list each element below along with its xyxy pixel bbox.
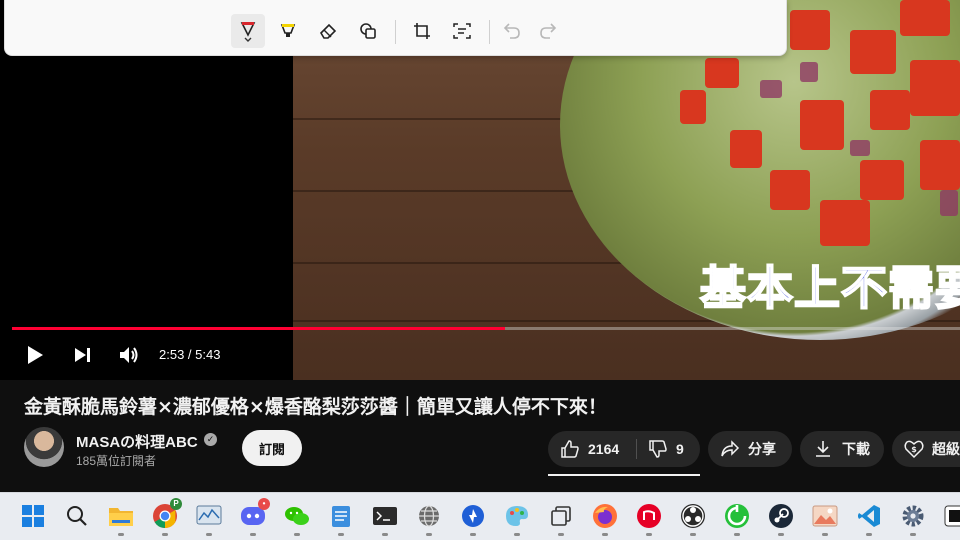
taskbar-task-view[interactable] bbox=[546, 501, 576, 536]
ballpoint-pen-tool[interactable] bbox=[231, 14, 265, 48]
photos-icon bbox=[812, 505, 838, 527]
progress-bar[interactable] bbox=[12, 327, 505, 330]
terminal-icon bbox=[373, 507, 397, 525]
crop-tool[interactable] bbox=[405, 14, 439, 48]
play-icon bbox=[28, 346, 43, 364]
taskbar-settings[interactable] bbox=[898, 501, 928, 536]
taskbar-steam[interactable] bbox=[766, 501, 796, 536]
taskbar-terminal-active[interactable] bbox=[940, 501, 960, 531]
skip-next-icon bbox=[75, 348, 90, 362]
player-controls: 2:53 / 5:43 bbox=[0, 336, 960, 376]
video-title: 金黃酥脆馬鈴薯×濃郁優格×爆香酪梨莎莎醬｜簡單又讓人停不下來！ bbox=[24, 396, 607, 418]
share-label: 分享 bbox=[748, 441, 776, 457]
green-refresh-icon bbox=[725, 504, 749, 528]
taskbar-stock-monitor[interactable] bbox=[194, 501, 224, 536]
taskbar-wechat[interactable] bbox=[282, 501, 312, 536]
subscriber-count: 185萬位訂閱者 bbox=[76, 454, 157, 468]
gear-icon bbox=[902, 505, 924, 527]
folder-icon bbox=[109, 508, 133, 526]
like-count: 2164 bbox=[588, 441, 620, 457]
chrome-profile-badge: P bbox=[170, 498, 182, 510]
taskbar-terminal[interactable] bbox=[370, 501, 400, 536]
taskbar-photos[interactable] bbox=[810, 501, 840, 536]
share-icon bbox=[721, 440, 740, 457]
taskbar-vscode[interactable] bbox=[854, 501, 884, 536]
undo-button[interactable] bbox=[495, 14, 529, 48]
next-button[interactable] bbox=[68, 336, 98, 374]
svg-text:$: $ bbox=[911, 445, 917, 454]
vscode-icon bbox=[858, 505, 880, 527]
shapes-icon bbox=[360, 23, 376, 39]
terminal-active-icon bbox=[944, 505, 960, 527]
discord-notification-badge: • bbox=[258, 498, 270, 510]
shapes-tool[interactable] bbox=[351, 14, 385, 48]
eraser-tool[interactable] bbox=[311, 14, 345, 48]
volume-button[interactable] bbox=[114, 336, 144, 374]
like-dislike-group: 2164 9 bbox=[548, 431, 700, 467]
taskbar-blue-app[interactable] bbox=[458, 501, 488, 536]
volume-icon bbox=[120, 347, 138, 363]
windows-start-icon bbox=[22, 505, 44, 527]
taskbar-obs[interactable] bbox=[678, 501, 708, 536]
subscribe-button[interactable]: 訂閱 bbox=[242, 430, 302, 466]
redo-button[interactable] bbox=[531, 14, 565, 48]
screen: 基本上不需要 2:53 / 5:43 金黃酥脆馬鈴薯×濃郁優格×爆香酪梨莎莎醬｜… bbox=[0, 0, 960, 540]
play-button[interactable] bbox=[20, 336, 50, 374]
wechat-icon bbox=[285, 507, 309, 525]
eraser-icon bbox=[319, 23, 337, 39]
text-actions-tool[interactable] bbox=[445, 14, 479, 48]
crop-icon bbox=[414, 23, 430, 39]
video-subtitle: 基本上不需要 bbox=[699, 260, 960, 316]
download-button[interactable]: 下載 bbox=[800, 431, 884, 467]
search-button[interactable] bbox=[62, 501, 92, 531]
dislike-count: 9 bbox=[676, 441, 684, 457]
thumbs-up-icon bbox=[561, 440, 579, 458]
time-display: 2:53 / 5:43 bbox=[159, 347, 221, 362]
taskbar-chrome[interactable]: P bbox=[150, 498, 182, 536]
highlighter-icon bbox=[280, 24, 296, 37]
globe-icon bbox=[419, 505, 439, 527]
verified-icon: ✓ bbox=[204, 433, 217, 446]
steam-icon bbox=[769, 504, 793, 528]
task-view-icon bbox=[551, 506, 571, 526]
video-player[interactable]: 基本上不需要 2:53 / 5:43 bbox=[0, 0, 960, 380]
thanks-label: 超級 bbox=[932, 441, 960, 457]
netease-music-icon bbox=[637, 504, 661, 528]
taskbar-file-explorer[interactable] bbox=[106, 501, 136, 536]
taskbar: P • bbox=[0, 492, 960, 540]
undo-icon bbox=[503, 23, 520, 39]
like-active-underline bbox=[548, 474, 700, 476]
channel-avatar[interactable] bbox=[24, 427, 64, 467]
highlighter-tool[interactable] bbox=[271, 14, 305, 48]
taskbar-globe[interactable] bbox=[414, 501, 444, 536]
super-thanks-icon: $ bbox=[904, 440, 924, 459]
redo-icon bbox=[540, 23, 557, 39]
search-icon bbox=[67, 506, 87, 526]
taskbar-notepad[interactable] bbox=[326, 501, 356, 536]
taskbar-paint[interactable] bbox=[502, 501, 532, 536]
ballpoint-pen-icon bbox=[240, 22, 256, 42]
snipping-toolbar bbox=[4, 0, 787, 56]
notepad-icon bbox=[332, 506, 350, 527]
taskbar-discord[interactable]: • bbox=[238, 498, 270, 536]
paint-palette-icon bbox=[506, 506, 528, 526]
obs-icon bbox=[681, 504, 705, 528]
blue-arrow-app-icon bbox=[462, 505, 484, 527]
download-label: 下載 bbox=[842, 441, 870, 457]
download-icon bbox=[816, 441, 830, 457]
like-button[interactable]: 2164 bbox=[548, 439, 636, 459]
share-button[interactable]: 分享 bbox=[708, 431, 792, 467]
text-actions-icon bbox=[453, 23, 471, 39]
monitor-chart-icon bbox=[196, 505, 222, 525]
channel-name[interactable]: MASAの料理ABC bbox=[76, 431, 198, 452]
like-divider bbox=[636, 439, 637, 459]
firefox-icon bbox=[593, 504, 617, 528]
thumbs-down-icon bbox=[649, 440, 667, 458]
start-button[interactable] bbox=[18, 501, 48, 531]
dislike-button[interactable]: 9 bbox=[636, 439, 684, 459]
taskbar-netease-music[interactable] bbox=[634, 501, 664, 536]
thanks-button[interactable]: $ 超級 bbox=[892, 431, 960, 467]
taskbar-green-app[interactable] bbox=[722, 501, 752, 536]
taskbar-firefox[interactable] bbox=[590, 501, 620, 536]
